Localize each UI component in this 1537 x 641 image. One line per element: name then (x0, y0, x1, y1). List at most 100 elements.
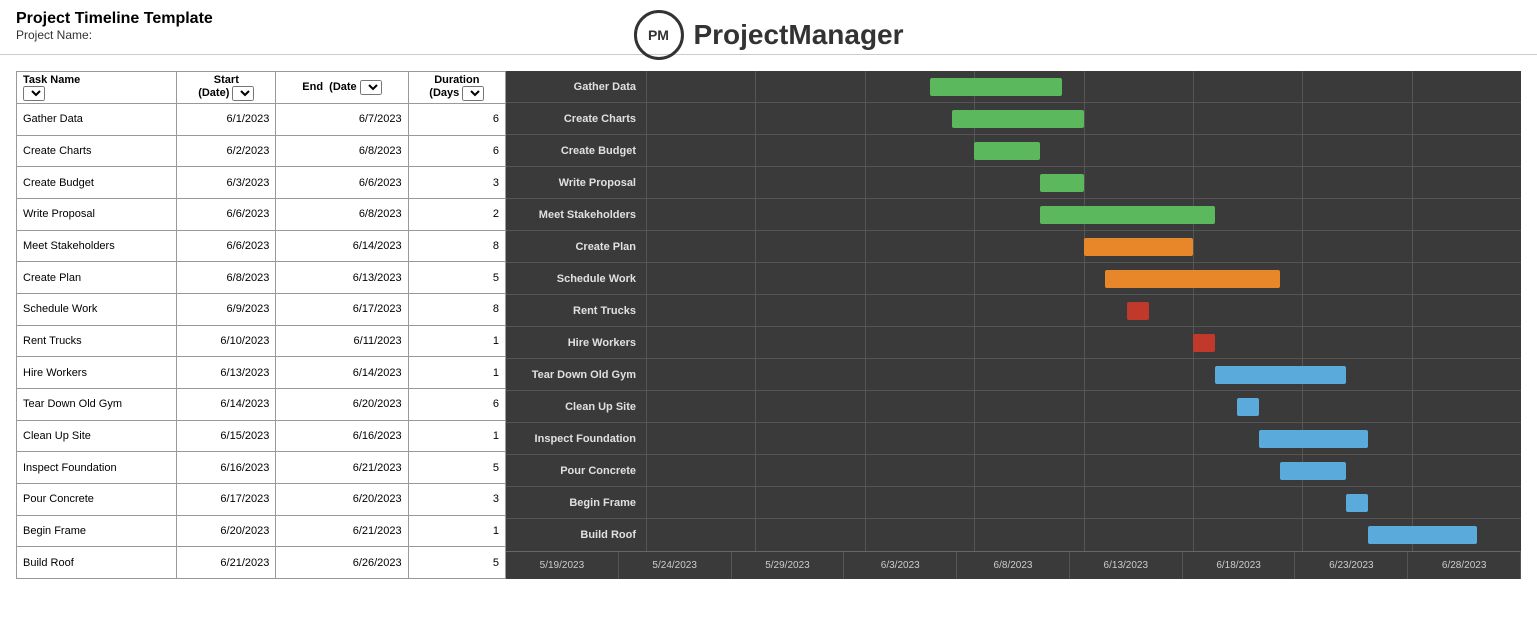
gantt-bar (1040, 206, 1215, 224)
gantt-vline (755, 455, 756, 486)
cell-start: 6/6/2023 (177, 230, 276, 262)
cell-end: 6/8/2023 (276, 198, 408, 230)
cell-task: Gather Data (17, 104, 177, 136)
table-row: Create Budget 6/3/2023 6/6/2023 3 (17, 167, 506, 199)
gantt-bar (1127, 302, 1149, 320)
gantt-bar-area (646, 391, 1521, 422)
table-row: Write Proposal 6/6/2023 6/8/2023 2 (17, 198, 506, 230)
cell-start: 6/9/2023 (177, 293, 276, 325)
gantt-vline (646, 263, 647, 294)
gantt-row: Gather Data (506, 71, 1521, 103)
cell-start: 6/21/2023 (177, 547, 276, 579)
gantt-vline (755, 135, 756, 166)
gantt-bar-area (646, 135, 1521, 166)
table-row: Hire Workers 6/13/2023 6/14/2023 1 (17, 357, 506, 389)
gantt-bar-area (646, 263, 1521, 294)
cell-start: 6/8/2023 (177, 262, 276, 294)
gantt-vline (1302, 71, 1303, 102)
gantt-date-label: 6/8/2023 (957, 552, 1070, 579)
gantt-bar-area (646, 423, 1521, 454)
gantt-row-label: Create Charts (506, 113, 646, 125)
gantt-row: Build Roof (506, 519, 1521, 551)
gantt-vline (865, 391, 866, 422)
gantt-vline (755, 263, 756, 294)
gantt-vline (1084, 103, 1085, 134)
gantt-vline (1084, 423, 1085, 454)
col-task: Task Name (17, 72, 177, 104)
gantt-vline (865, 231, 866, 262)
gantt-bar (1215, 366, 1346, 384)
gantt-vline (755, 103, 756, 134)
gantt-vline (1412, 487, 1413, 518)
gantt-vline (755, 519, 756, 551)
gantt-vline (1412, 71, 1413, 102)
gantt-vline (1412, 359, 1413, 390)
cell-duration: 1 (408, 325, 505, 357)
logo-icon: PM (633, 10, 683, 60)
gantt-vline (646, 519, 647, 551)
start-filter[interactable] (232, 86, 254, 101)
gantt-vline (1193, 487, 1194, 518)
gantt-vline (865, 423, 866, 454)
gantt-vline (865, 519, 866, 551)
gantt-vline (1193, 455, 1194, 486)
gantt-row: Inspect Foundation (506, 423, 1521, 455)
gantt-vline (646, 391, 647, 422)
gantt-bar-area (646, 327, 1521, 358)
cell-task: Begin Frame (17, 515, 177, 547)
gantt-row: Pour Concrete (506, 455, 1521, 487)
gantt-vline (1084, 455, 1085, 486)
gantt-vline (646, 455, 647, 486)
cell-end: 6/17/2023 (276, 293, 408, 325)
gantt-vline (974, 455, 975, 486)
cell-end: 6/11/2023 (276, 325, 408, 357)
gantt-row: Clean Up Site (506, 391, 1521, 423)
cell-duration: 6 (408, 388, 505, 420)
gantt-bar-area (646, 103, 1521, 134)
gantt-bar-area (646, 295, 1521, 326)
gantt-row-label: Build Roof (506, 529, 646, 541)
logo-area: PM ProjectManager (633, 10, 903, 60)
gantt-vline (1084, 487, 1085, 518)
cell-duration: 1 (408, 515, 505, 547)
cell-duration: 5 (408, 262, 505, 294)
gantt-dates-row: 5/19/20235/24/20235/29/20236/3/20236/8/2… (506, 551, 1521, 579)
gantt-vline (1084, 295, 1085, 326)
gantt-vline (1084, 391, 1085, 422)
cell-end: 6/7/2023 (276, 104, 408, 136)
cell-duration: 8 (408, 230, 505, 262)
gantt-bar (1105, 270, 1280, 288)
gantt-vline (865, 167, 866, 198)
gantt-bar (1346, 494, 1368, 512)
gantt-date-label: 5/19/2023 (506, 552, 619, 579)
gantt-bar (974, 142, 1040, 160)
cell-task: Hire Workers (17, 357, 177, 389)
cell-task: Create Budget (17, 167, 177, 199)
end-filter[interactable] (360, 80, 382, 95)
gantt-vline (646, 423, 647, 454)
cell-duration: 5 (408, 547, 505, 579)
cell-end: 6/21/2023 (276, 515, 408, 547)
cell-end: 6/20/2023 (276, 483, 408, 515)
gantt-date-label: 5/24/2023 (619, 552, 732, 579)
gantt-vline (1193, 391, 1194, 422)
task-filter[interactable] (23, 86, 45, 101)
dur-filter[interactable] (462, 86, 484, 101)
gantt-vline (1193, 519, 1194, 551)
cell-start: 6/6/2023 (177, 198, 276, 230)
gantt-vline (1193, 423, 1194, 454)
cell-start: 6/15/2023 (177, 420, 276, 452)
gantt-vline (1302, 135, 1303, 166)
table-row: Begin Frame 6/20/2023 6/21/2023 1 (17, 515, 506, 547)
gantt-vline (1193, 103, 1194, 134)
cell-start: 6/1/2023 (177, 104, 276, 136)
gantt-bar-area (646, 199, 1521, 230)
gantt-row: Rent Trucks (506, 295, 1521, 327)
gantt-vline (974, 391, 975, 422)
cell-end: 6/14/2023 (276, 357, 408, 389)
gantt-vline (1412, 263, 1413, 294)
gantt-vline (1084, 135, 1085, 166)
cell-task: Schedule Work (17, 293, 177, 325)
gantt-bar (1237, 398, 1259, 416)
gantt-row: Write Proposal (506, 167, 1521, 199)
